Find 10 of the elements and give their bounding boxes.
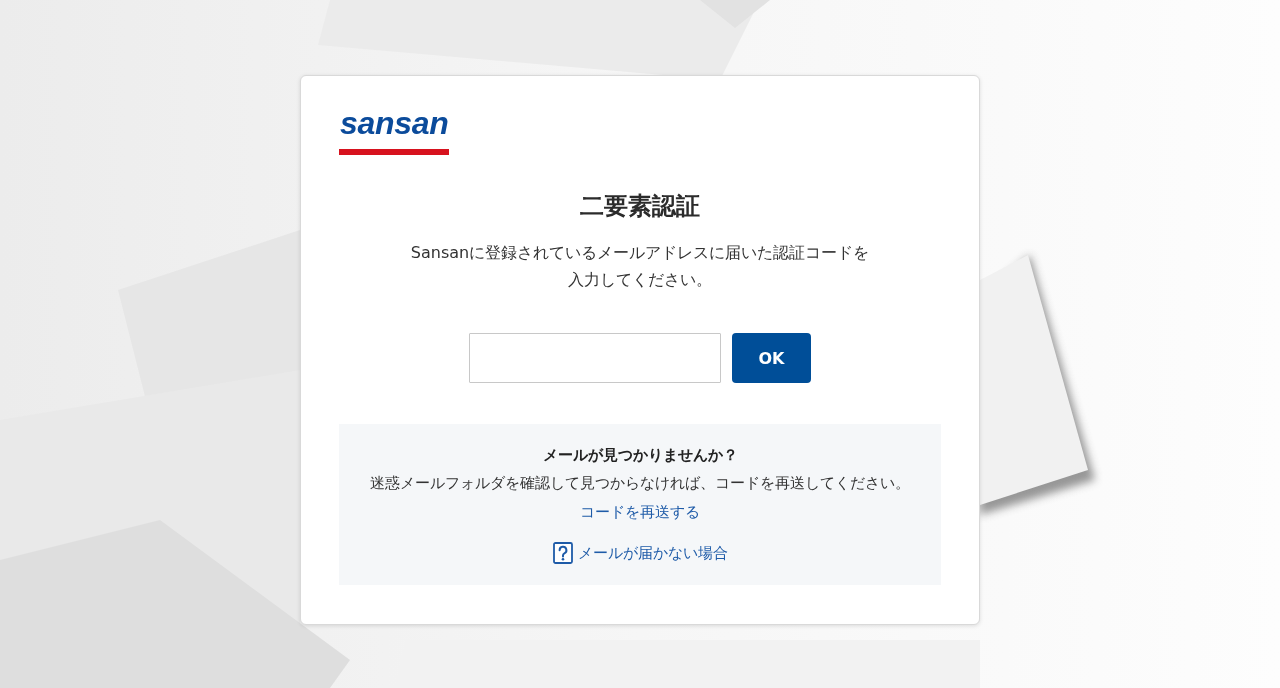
page-title: 二要素認証	[579, 191, 701, 222]
brand-logo: sansan	[339, 107, 450, 155]
help-heading: メールが見つかりませんか？	[542, 445, 738, 466]
code-input-field[interactable]	[469, 333, 721, 383]
help-text: 迷惑メールフォルダを確認して見つからなければ、コードを再送してください。	[370, 473, 910, 494]
resend-code-link[interactable]: コードを再送する	[580, 498, 700, 526]
ok-button[interactable]: OK	[732, 333, 811, 383]
email-not-received-link[interactable]: メールが届かない場合	[552, 539, 728, 567]
help-icon	[552, 542, 573, 564]
instruction-text: Sansanに登録されているメールアドレスに届いた認証コードを入力してください。	[409, 242, 871, 291]
